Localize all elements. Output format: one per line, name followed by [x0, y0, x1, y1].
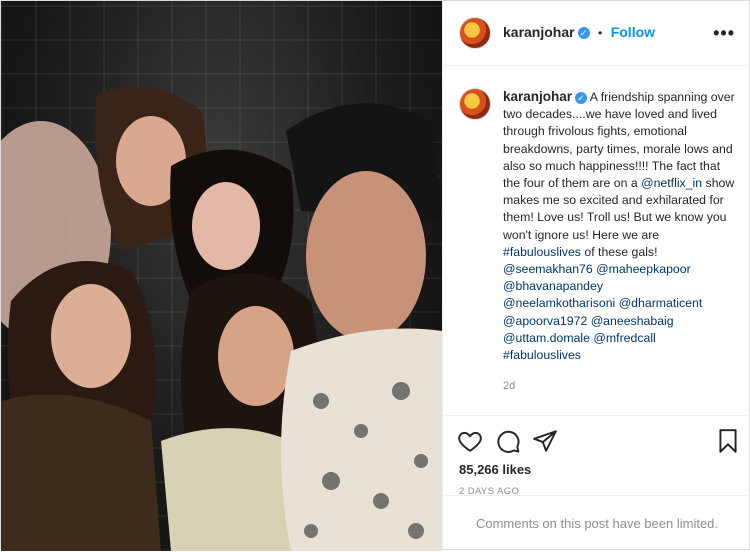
caption-username[interactable]: karanjohar — [503, 89, 572, 104]
mention-link[interactable]: @mfredcall — [593, 331, 655, 345]
group-selfie-image — [1, 86, 442, 551]
more-options-icon[interactable]: ••• — [713, 23, 735, 44]
mention-link[interactable]: @uttam.domale — [503, 331, 590, 345]
caption-text: karanjohar ✓ A friendship spanning over t… — [503, 88, 735, 364]
caption-line: them are on a — [561, 176, 642, 191]
likes-count[interactable]: 85,266 likes — [459, 462, 531, 477]
caption-area: karanjohar ✓ A friendship spanning over t… — [443, 66, 750, 416]
hashtag-link[interactable]: #fabulouslives — [503, 348, 581, 362]
header-user: karanjohar ✓ • Follow — [503, 24, 655, 42]
separator-dot: • — [598, 26, 603, 40]
mention-link[interactable]: @aneeshabaig — [591, 314, 674, 328]
caption-line: them! Love us! Troll us! But we know — [503, 210, 704, 225]
bookmark-icon[interactable] — [715, 428, 741, 454]
post-photo[interactable] — [1, 1, 442, 551]
mention-link[interactable]: @maheepkapoor — [596, 262, 691, 276]
heart-icon[interactable] — [457, 428, 483, 454]
follow-button[interactable]: Follow — [611, 24, 655, 40]
mention-link[interactable]: @bhavanapandey — [503, 279, 603, 293]
post-sidebar: karanjohar ✓ • Follow ••• karanjohar ✓ A f… — [442, 1, 750, 551]
caption-avatar[interactable] — [459, 88, 491, 120]
verified-badge-icon: ✓ — [577, 26, 590, 39]
mention-link[interactable]: @apoorva1972 — [503, 314, 587, 328]
caption-line: me so excited and exhilarated for — [542, 193, 724, 208]
comments-limited-notice: Comments on this post have been limited. — [443, 495, 750, 552]
paper-plane-icon[interactable] — [532, 428, 558, 454]
caption-line: A friendship spanning — [589, 90, 708, 104]
mention-link[interactable]: @seemakhan76 — [503, 262, 593, 276]
mention-link[interactable]: @neelamkotharisoni — [503, 296, 615, 310]
verified-badge-icon: ✓ — [575, 91, 588, 104]
post-header: karanjohar ✓ • Follow ••• — [443, 1, 750, 66]
instagram-post: karanjohar ✓ • Follow ••• karanjohar ✓ A f… — [0, 0, 750, 551]
comment-icon[interactable] — [495, 428, 521, 454]
avatar[interactable] — [459, 17, 491, 49]
caption-line: of these gals! — [580, 244, 658, 259]
mention-link[interactable]: @dharmaticent — [619, 296, 703, 310]
caption-timestamp[interactable]: 2d — [503, 380, 515, 392]
mention-link[interactable]: @netflix_in — [641, 176, 702, 190]
hashtag-link[interactable]: #fabulouslives — [503, 245, 581, 259]
username-link[interactable]: karanjohar — [503, 24, 575, 40]
